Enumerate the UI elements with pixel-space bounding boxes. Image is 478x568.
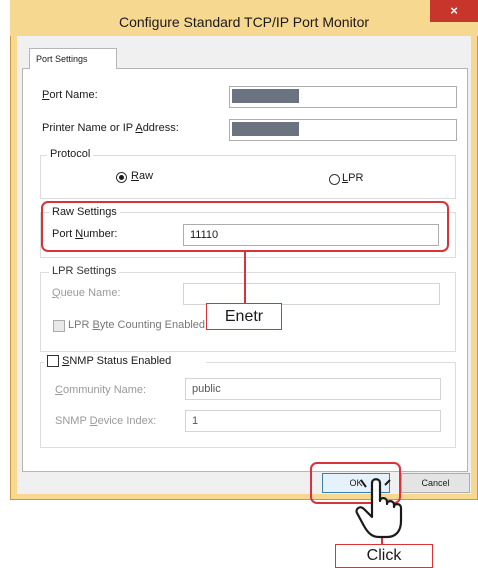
printer-name-label: Printer Name or IP Address:	[42, 122, 179, 134]
snmp-device-index-input[interactable]: 1	[185, 410, 441, 432]
community-name-input[interactable]: public	[185, 378, 441, 400]
raw-radio[interactable]	[116, 172, 127, 183]
protocol-group	[40, 155, 456, 199]
port-name-label: Port Name:	[42, 89, 98, 101]
enter-callout: Enetr	[206, 303, 282, 330]
tab-port-settings[interactable]: Port Settings	[29, 48, 117, 69]
protocol-legend: Protocol	[47, 148, 94, 160]
redacted-port-name	[232, 89, 299, 103]
snmp-status-checkbox[interactable]	[47, 355, 59, 367]
port-number-highlight	[41, 201, 449, 252]
raw-radio-label[interactable]: Raw	[131, 170, 153, 182]
click-callout: Click	[335, 544, 433, 568]
lpr-settings-legend: LPR Settings	[49, 265, 120, 277]
snmp-group	[40, 362, 456, 448]
snmp-status-label: SNMP Status Enabled	[62, 355, 172, 367]
queue-name-input[interactable]	[183, 283, 440, 305]
lpr-radio-label[interactable]: LPR	[342, 172, 363, 184]
window-title: Configure Standard TCP/IP Port Monitor	[118, 14, 370, 30]
lpr-byte-counting-checkbox[interactable]	[53, 320, 65, 332]
snmp-device-index-label: SNMP Device Index:	[55, 415, 157, 427]
queue-name-label: Queue Name:	[52, 287, 121, 299]
hand-pointer-icon	[355, 475, 403, 539]
community-name-label: Community Name:	[55, 384, 147, 396]
lpr-byte-counting-label: LPR Byte Counting Enabled	[68, 319, 205, 331]
close-button[interactable]: ×	[430, 0, 478, 22]
enter-callout-connector	[244, 252, 246, 303]
redacted-printer-address	[232, 122, 299, 136]
lpr-radio[interactable]	[329, 174, 340, 185]
